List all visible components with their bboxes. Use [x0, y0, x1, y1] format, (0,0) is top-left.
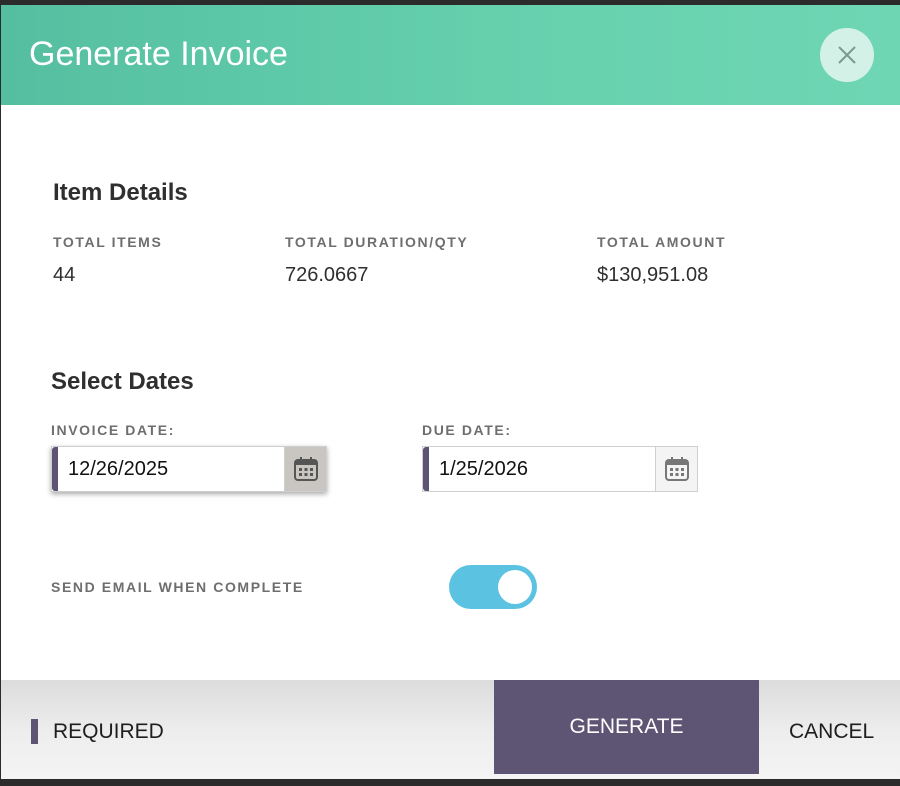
select-dates-heading: Select Dates — [51, 368, 194, 395]
total-duration-label: TOTAL DURATION/QTY — [285, 234, 469, 250]
invoice-date-calendar-button[interactable] — [284, 447, 326, 491]
generate-invoice-dialog: Generate Invoice Item Details TOTAL ITEM… — [1, 5, 900, 779]
generate-button[interactable]: GENERATE — [494, 680, 759, 774]
send-email-label: SEND EMAIL WHEN COMPLETE — [51, 579, 304, 595]
total-duration-value: 726.0667 — [285, 264, 369, 286]
invoice-date-input[interactable] — [58, 447, 284, 491]
due-date-field — [422, 446, 698, 492]
total-amount-value: $130,951.08 — [597, 264, 709, 286]
due-date-label: DUE DATE: — [422, 422, 512, 438]
invoice-date-field — [51, 446, 327, 492]
total-items-value: 44 — [53, 264, 76, 286]
due-date-input[interactable] — [429, 447, 655, 491]
total-amount-label: TOTAL AMOUNT — [597, 234, 727, 250]
dialog-title: Generate Invoice — [29, 35, 288, 73]
total-items-label: TOTAL ITEMS — [53, 234, 163, 250]
item-details-heading: Item Details — [53, 179, 188, 206]
dialog-footer: REQUIRED GENERATE CANCEL — [1, 680, 900, 779]
dialog-header: Generate Invoice — [1, 5, 900, 105]
send-email-toggle[interactable] — [449, 565, 537, 609]
cancel-button[interactable]: CANCEL — [789, 720, 874, 744]
close-icon — [838, 46, 856, 64]
toggle-knob — [498, 570, 532, 604]
calendar-icon — [664, 457, 689, 481]
close-button[interactable] — [820, 28, 874, 82]
required-legend-marker — [31, 719, 38, 744]
invoice-date-label: INVOICE DATE: — [51, 422, 175, 438]
calendar-icon — [293, 457, 318, 481]
required-legend-label: REQUIRED — [53, 720, 164, 743]
due-date-calendar-button[interactable] — [655, 447, 697, 491]
